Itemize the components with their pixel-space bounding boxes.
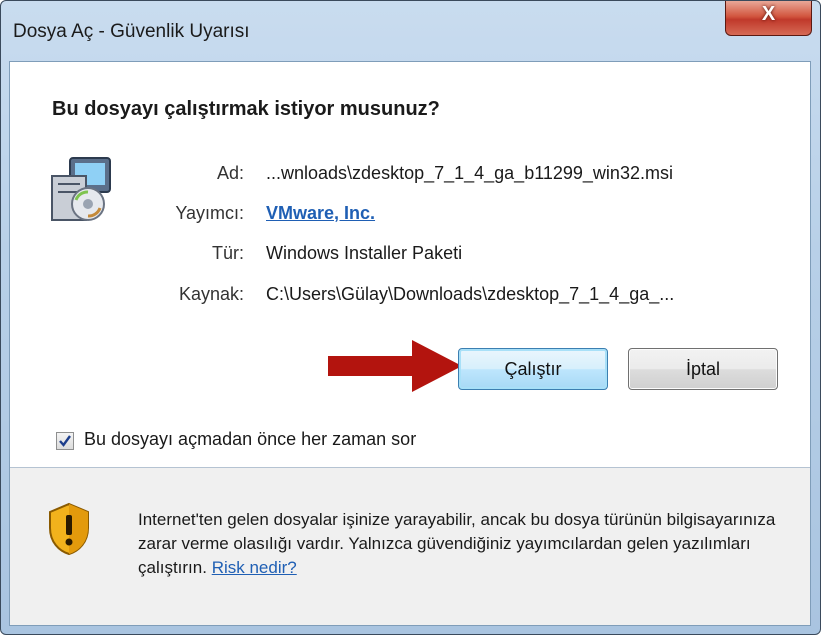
window-title: Dosya Aç - Güvenlik Uyarısı	[13, 21, 250, 42]
run-button[interactable]: Çalıştır	[458, 348, 608, 390]
dialog-body: Bu dosyayı çalıştırmak istiyor musunuz? …	[9, 61, 811, 626]
question-heading: Bu dosyayı çalıştırmak istiyor musunuz?	[52, 98, 440, 120]
publisher-link[interactable]: VMware, Inc.	[266, 203, 375, 224]
source-label: Kaynak:	[178, 284, 244, 304]
close-icon: X	[761, 3, 776, 25]
name-label: Ad:	[216, 163, 244, 183]
always-ask-label[interactable]: Bu dosyayı açmadan önce her zaman sor	[84, 429, 416, 450]
close-button[interactable]: X	[725, 1, 812, 36]
always-ask-checkbox[interactable]	[56, 432, 74, 450]
title-bar[interactable]: Dosya Aç - Güvenlik Uyarısı X	[1, 1, 820, 61]
check-mark-icon	[59, 435, 71, 447]
source-value: C:\Users\Gülay\Downloads\zdesktop_7_1_4_…	[266, 284, 675, 304]
red-arrow-icon	[328, 340, 462, 392]
type-value: Windows Installer Paketi	[266, 243, 463, 263]
risk-link[interactable]: Risk nedir?	[212, 558, 297, 577]
warning-shield-icon	[49, 502, 89, 556]
type-label: Tür:	[211, 243, 244, 263]
publisher-label: Yayımcı:	[175, 203, 244, 223]
security-warning-dialog: Dosya Aç - Güvenlik Uyarısı X Bu dosyayı…	[0, 0, 821, 635]
warning-message: Internet'ten gelen dosyalar işinize yara…	[138, 508, 778, 580]
cancel-button[interactable]: İptal	[628, 348, 778, 390]
name-value: ...wnloads\zdesktop_7_1_4_ga_b11299_win3…	[266, 163, 673, 183]
